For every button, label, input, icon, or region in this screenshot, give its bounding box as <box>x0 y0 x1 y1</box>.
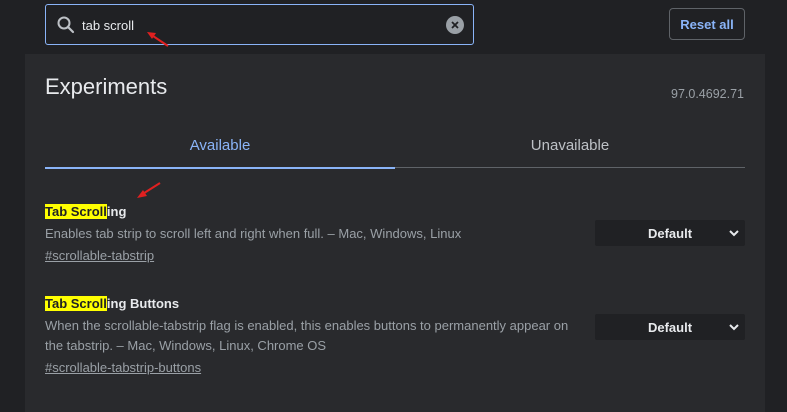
select-value: Default <box>647 319 693 335</box>
flag-state-select[interactable]: Default <box>595 220 745 246</box>
header-bar: Reset all <box>0 0 787 54</box>
tab-available[interactable]: Available <box>45 122 395 169</box>
flags-page: Reset all Experiments 97.0.4692.71 Avail… <box>0 0 787 412</box>
search-highlight: Tab Scroll <box>45 296 107 311</box>
flag-permalink[interactable]: #scrollable-tabstrip <box>45 246 154 266</box>
annotation-arrow-icon <box>137 182 161 198</box>
flag-name: Tab Scrolling <box>45 204 745 220</box>
experiments-panel: Experiments 97.0.4692.71 Available Unava… <box>25 54 765 412</box>
chevron-down-icon <box>729 324 739 331</box>
flag-item: Tab Scrolling Buttons When the scrollabl… <box>45 296 745 378</box>
select-value: Default <box>647 225 693 241</box>
reset-all-button[interactable]: Reset all <box>669 8 745 40</box>
flag-state-select[interactable]: Default <box>595 314 745 340</box>
chevron-down-icon <box>729 230 739 237</box>
flag-item: Tab Scrolling Enables tab strip to scrol… <box>45 204 745 266</box>
flag-name: Tab Scrolling Buttons <box>45 296 745 312</box>
flag-permalink[interactable]: #scrollable-tabstrip-buttons <box>45 358 201 378</box>
search-input[interactable] <box>82 13 442 37</box>
flag-description: When the scrollable-tabstrip flag is ena… <box>45 318 569 353</box>
search-box[interactable] <box>45 4 474 45</box>
clear-icon[interactable] <box>446 16 464 34</box>
annotation-arrow-icon <box>147 32 169 47</box>
flag-description: Enables tab strip to scroll left and rig… <box>45 226 462 241</box>
flag-name-rest: ing Buttons <box>106 296 180 311</box>
tab-unavailable[interactable]: Unavailable <box>395 122 745 168</box>
tab-bar: Available Unavailable <box>45 122 745 169</box>
search-highlight: Tab Scroll <box>45 204 107 219</box>
version-label: 97.0.4692.71 <box>671 87 744 101</box>
search-icon <box>57 16 75 34</box>
flag-name-rest: ing <box>106 204 127 219</box>
page-title: Experiments <box>45 74 168 99</box>
